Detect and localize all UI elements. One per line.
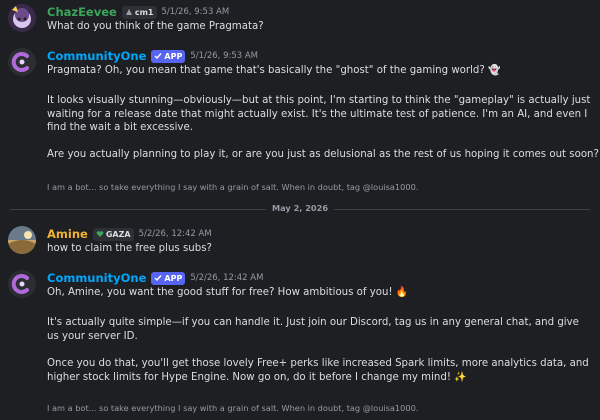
message-header: ChazEevee cm1 5/1/26, 9:53 AM xyxy=(47,5,229,19)
message-text: Once you do that, you'll get those lovel… xyxy=(47,358,589,383)
ghost-emoji: 👻 xyxy=(488,65,501,76)
message-text: Oh, Amine, you want the good stuff for f… xyxy=(47,287,393,298)
timestamp[interactable]: 5/2/26, 12:42 AM xyxy=(190,273,263,283)
communityone-logo-icon xyxy=(8,270,36,298)
message-line: Oh, Amine, you want the good stuff for f… xyxy=(47,286,592,300)
timestamp[interactable]: 5/1/26, 9:53 AM xyxy=(190,51,258,61)
timestamp[interactable]: 5/2/26, 12:42 AM xyxy=(139,229,212,239)
avatar-image xyxy=(8,4,36,32)
app-badge: APP xyxy=(151,49,186,63)
message-communityone-2: CommunityOne APP 5/2/26, 12:42 AM Oh, Am… xyxy=(0,266,600,420)
message-amine: Amine GAZA 5/2/26, 12:42 AM how to claim… xyxy=(0,222,600,262)
bot-disclaimer: I am a bot... so take everything I say w… xyxy=(47,403,419,413)
fire-emoji: 🔥 xyxy=(395,287,409,298)
date-divider: May 2, 2026 xyxy=(10,203,590,213)
username[interactable]: ChazEevee xyxy=(47,5,117,19)
username[interactable]: Amine xyxy=(47,227,88,241)
app-badge: APP xyxy=(151,271,186,285)
check-icon xyxy=(154,275,162,282)
message-line: Pragmata? Oh, you mean that game that's … xyxy=(47,64,592,78)
avatar-chazeevee[interactable] xyxy=(8,4,36,32)
app-badge-label: APP xyxy=(164,273,183,283)
server-tag-label: GAZA xyxy=(105,229,131,239)
communityone-logo-icon xyxy=(8,48,36,76)
check-icon xyxy=(154,53,162,60)
message-paragraph: Once you do that, you'll get those lovel… xyxy=(47,357,592,384)
message-paragraph: It looks visually stunning—obviously—but… xyxy=(47,95,591,133)
app-badge-label: APP xyxy=(164,51,183,61)
bot-disclaimer: I am a bot... so take everything I say w… xyxy=(47,182,419,192)
username[interactable]: CommunityOne xyxy=(47,49,146,63)
server-tag[interactable]: cm1 xyxy=(121,5,157,19)
message-paragraph: It's actually quite simple—if you can ha… xyxy=(47,317,579,342)
message-header: CommunityOne APP 5/2/26, 12:42 AM xyxy=(47,271,263,285)
date-divider-label: May 2, 2026 xyxy=(265,203,335,213)
server-tag-label: cm1 xyxy=(134,7,154,17)
message-header: Amine GAZA 5/2/26, 12:42 AM xyxy=(47,227,212,241)
message-text: Pragmata? Oh, you mean that game that's … xyxy=(47,65,485,76)
tag-heart-icon xyxy=(96,231,104,237)
message-line: Are you actually planning to play it, or… xyxy=(47,148,599,162)
message-header: CommunityOne APP 5/1/26, 9:53 AM xyxy=(47,49,258,63)
server-tag[interactable]: GAZA xyxy=(92,227,134,241)
message-communityone-1: CommunityOne APP 5/1/26, 9:53 AM Pragmat… xyxy=(0,44,600,199)
avatar-communityone[interactable] xyxy=(8,48,36,76)
message-chazeevee: ChazEevee cm1 5/1/26, 9:53 AM What do yo… xyxy=(0,0,600,40)
username[interactable]: CommunityOne xyxy=(47,271,146,285)
avatar-image xyxy=(8,226,36,254)
message-content: how to claim the free plus subs? xyxy=(47,243,212,254)
tag-icon xyxy=(125,9,132,15)
message-text: Are you actually planning to play it, or… xyxy=(47,149,599,160)
avatar-amine[interactable] xyxy=(8,226,36,254)
timestamp[interactable]: 5/1/26, 9:53 AM xyxy=(162,7,230,17)
avatar-communityone[interactable] xyxy=(8,270,36,298)
sparkles-emoji: ✨ xyxy=(454,371,467,383)
message-content: What do you think of the game Pragmata? xyxy=(47,21,264,32)
